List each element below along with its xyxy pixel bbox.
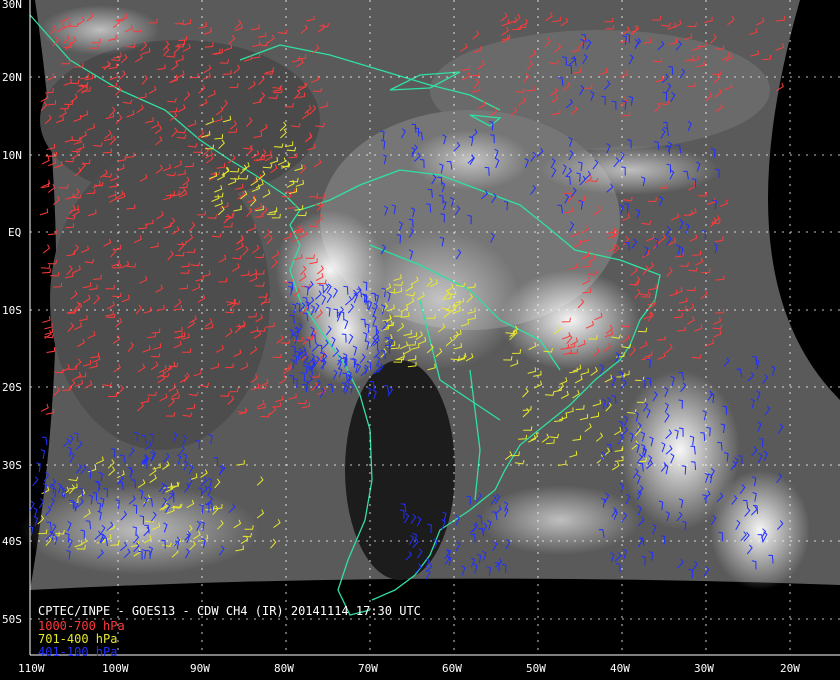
wind-barb [39, 208, 49, 216]
lon-label: 30W [694, 662, 714, 675]
legend-high-level: 401-100 hPa [38, 645, 118, 659]
lon-label: 100W [102, 662, 129, 675]
wind-barb [40, 403, 49, 412]
lat-label: 20S [2, 381, 22, 394]
lat-label: 30N [2, 0, 22, 11]
wind-barb [40, 264, 51, 269]
lon-label: 60W [442, 662, 462, 675]
wind-barb [44, 322, 53, 330]
lon-label: 110W [18, 662, 45, 675]
lat-label: 30S [2, 459, 22, 472]
wind-barb [36, 462, 41, 472]
wind-barb [41, 156, 50, 165]
lon-label: 80W [274, 662, 294, 675]
wind-barb [42, 244, 51, 254]
lat-label: EQ [8, 226, 22, 239]
wind-barb [46, 347, 55, 353]
wind-barb [47, 183, 56, 193]
lon-label: 90W [190, 662, 210, 675]
wind-barb [40, 449, 46, 459]
wind-barb [41, 436, 48, 446]
map-canvas [20, 0, 840, 656]
lon-label: 20W [780, 662, 800, 675]
lon-label: 50W [526, 662, 546, 675]
wind-barb [29, 500, 35, 511]
legend-low-level: 1000-700 hPa [38, 619, 125, 633]
satellite-wind-map: 30N 20N 10N EQ 10S 20S 30S 40S 50S 110W … [0, 0, 840, 680]
lon-label: 70W [358, 662, 378, 675]
legend-mid-level: 701-400 hPa [38, 632, 118, 646]
lat-label: 10S [2, 304, 22, 317]
wind-barb [40, 182, 50, 189]
image-caption: CPTEC/INPE - GOES13 - CDW CH4 (IR) 20141… [38, 604, 421, 618]
lon-label: 40W [610, 662, 630, 675]
wind-barb [42, 316, 51, 323]
lat-label: 50S [2, 613, 22, 626]
lat-label: 20N [2, 71, 22, 84]
lat-label: 10N [2, 149, 22, 162]
wind-barb [41, 268, 51, 274]
wind-barb [32, 476, 39, 487]
lat-label: 40S [2, 535, 22, 548]
